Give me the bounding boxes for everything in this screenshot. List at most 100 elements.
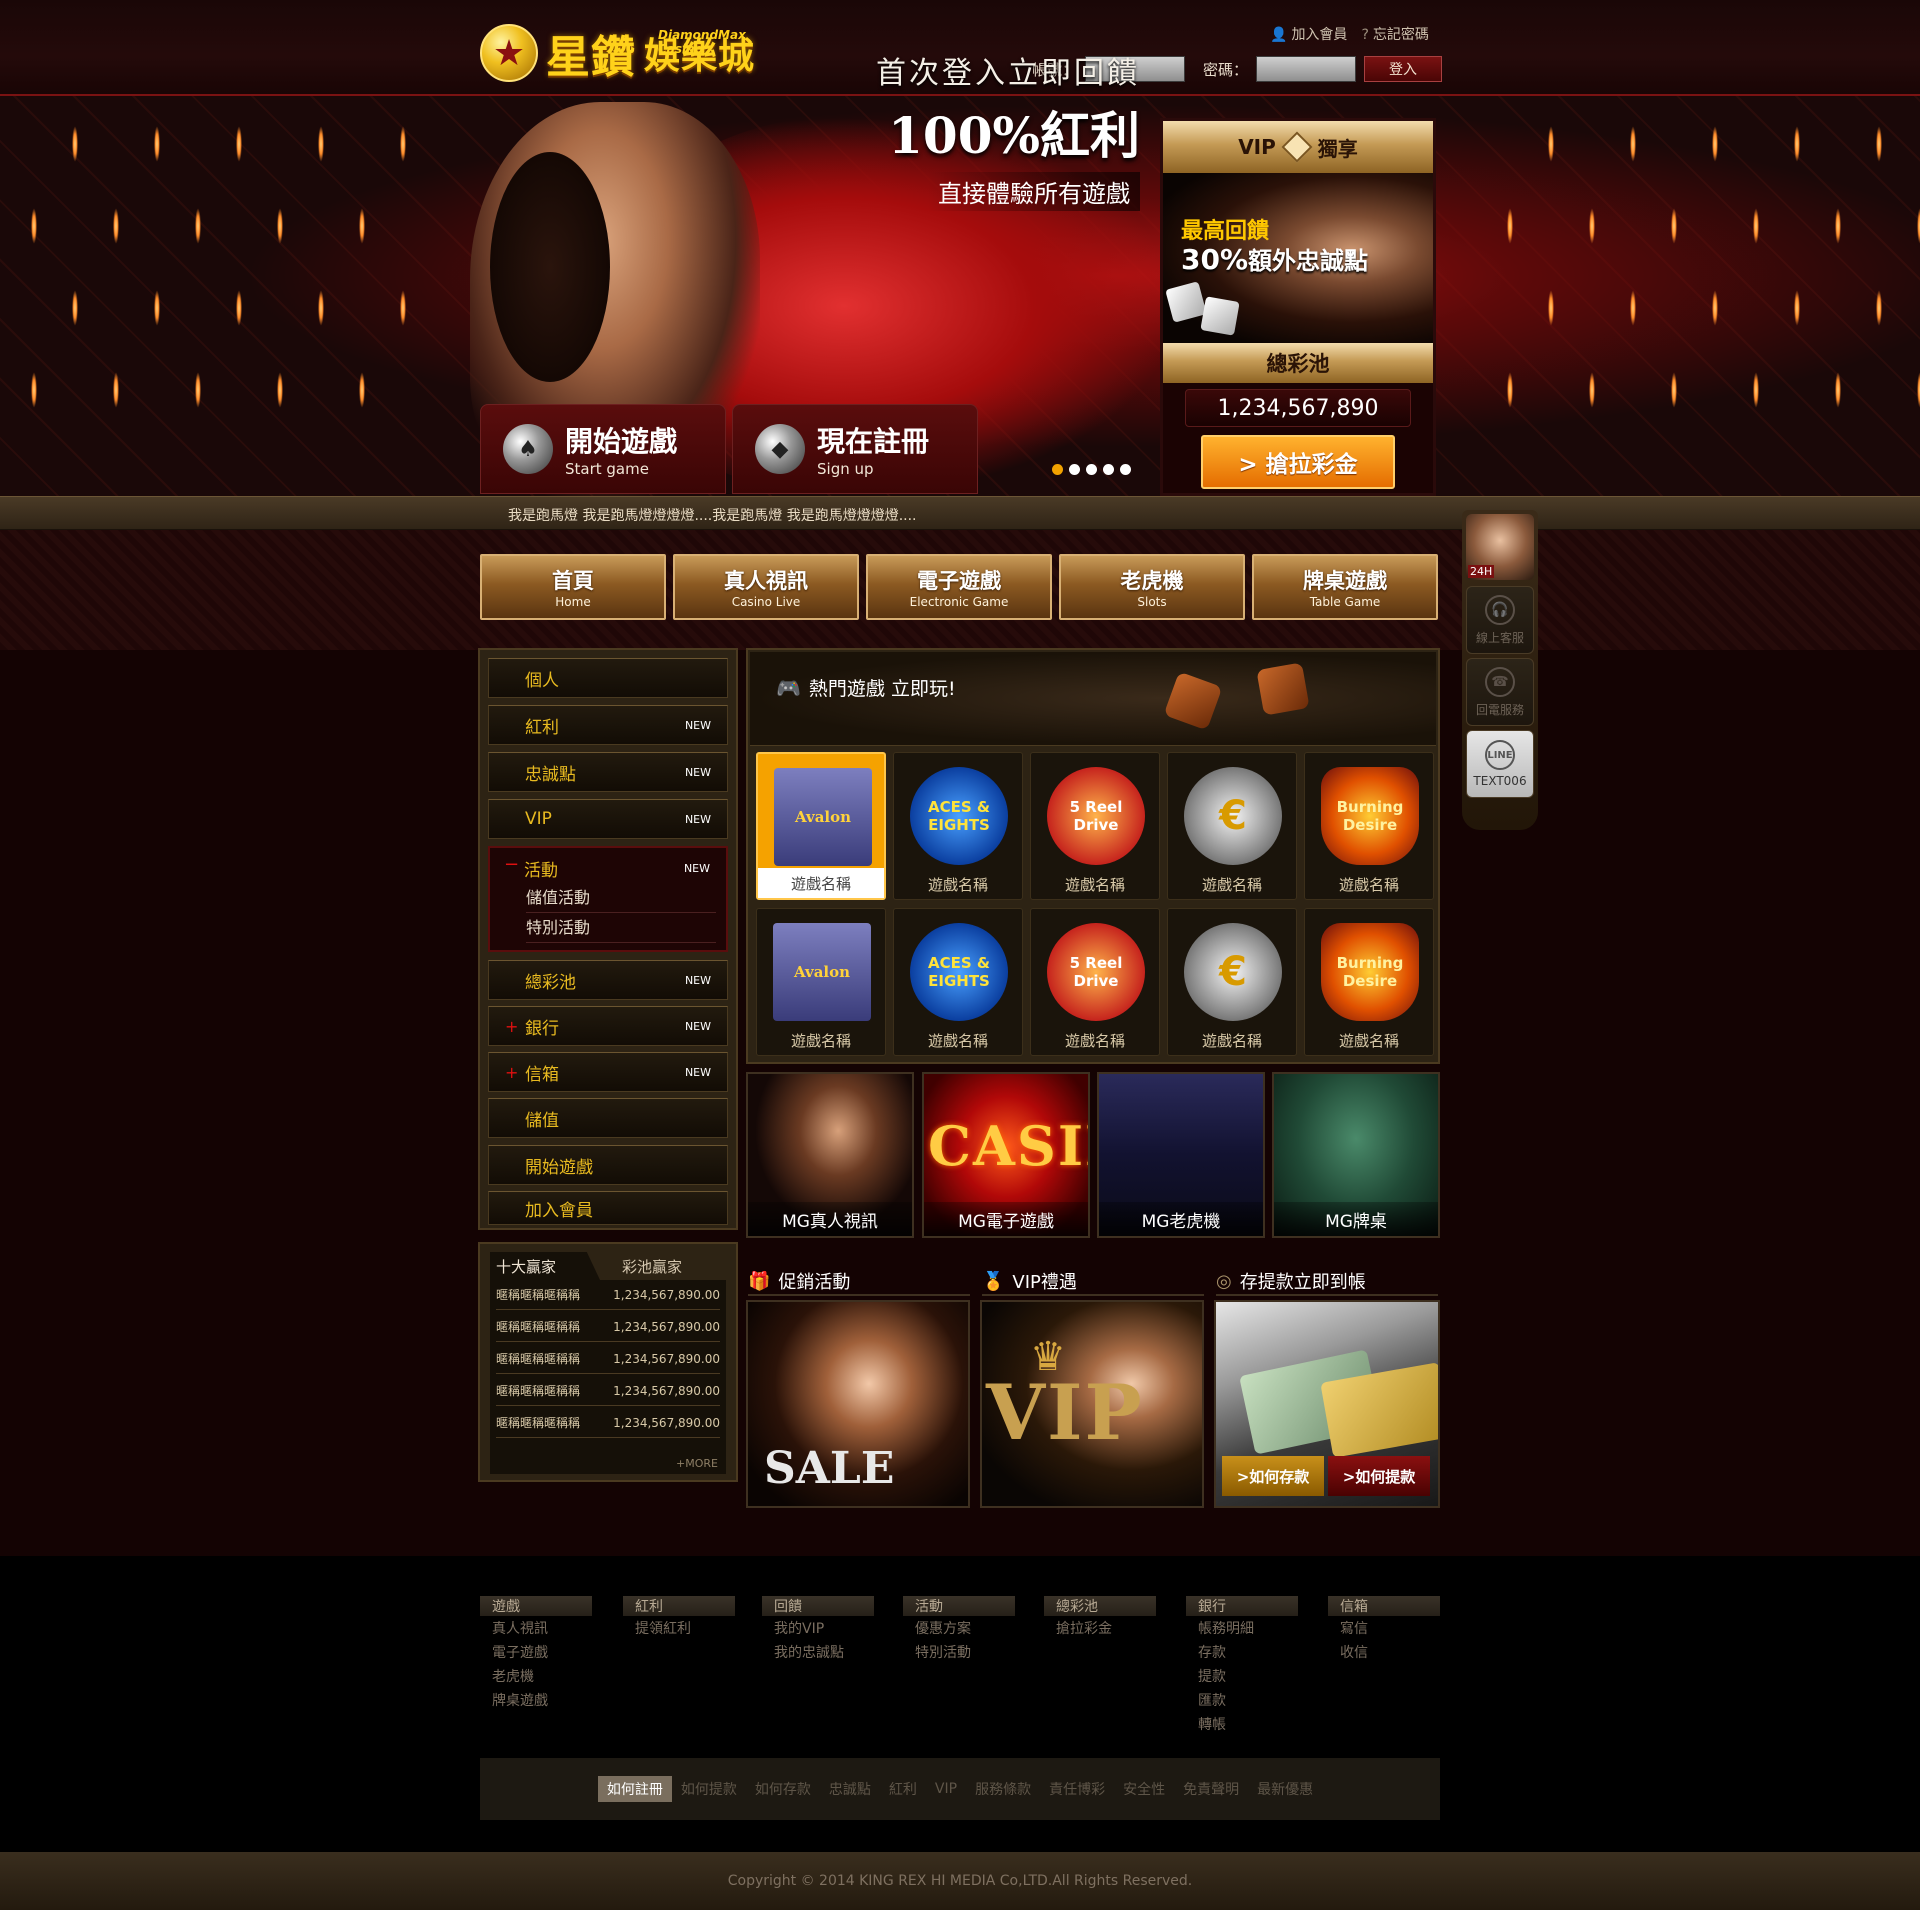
promo-vip-header: 🏅 VIP禮遇 — [982, 1268, 1204, 1296]
vip-image[interactable]: 最高回饋 30%額外忠誠點 — [1163, 173, 1433, 343]
game-tile[interactable]: Burning Desire 遊戲名稱 — [1304, 752, 1434, 900]
footer-link[interactable]: 收信 — [1328, 1640, 1440, 1664]
sidebar-item-mailbox[interactable]: + 信箱 NEW — [488, 1052, 728, 1092]
site-logo[interactable]: ★ 星鑽 娛樂城 DiamondMax Casino — [480, 20, 770, 86]
footer-link[interactable]: 老虎機 — [480, 1664, 592, 1688]
sidebar-item-start-game[interactable]: 開始遊戲 — [488, 1145, 728, 1185]
promo-sale-image[interactable]: SALE — [746, 1300, 970, 1508]
footer-link[interactable]: 我的VIP — [762, 1616, 874, 1640]
nav-table-game[interactable]: 牌桌遊戲 Table Game — [1252, 554, 1438, 620]
support-agent-avatar[interactable]: 24H — [1466, 514, 1534, 580]
slider-dot[interactable] — [1052, 464, 1063, 475]
footer-bottom-link[interactable]: 安全性 — [1114, 1776, 1174, 1802]
jackpot-button[interactable]: > 搶拉彩金 — [1201, 435, 1395, 489]
nav-sublabel: Casino Live — [731, 595, 801, 609]
vip-text-art: VIP — [986, 1368, 1144, 1457]
footer-bottom-link[interactable]: 紅利 — [880, 1776, 926, 1802]
start-game-label: 開始遊戲 — [565, 425, 678, 458]
footer-link[interactable]: 匯款 — [1186, 1688, 1298, 1712]
nav-label: 電子遊戲 — [917, 569, 1001, 593]
vip-percent: 30% — [1181, 243, 1249, 276]
footer-link[interactable]: 特別活動 — [903, 1640, 1015, 1664]
sidebar-item-personal[interactable]: 個人 — [488, 658, 728, 698]
game-tile[interactable]: ACES & EIGHTS 遊戲名稱 — [893, 908, 1023, 1056]
login-button[interactable]: 登入 — [1364, 56, 1443, 82]
footer-link[interactable]: 搶拉彩金 — [1044, 1616, 1156, 1640]
online-service-button[interactable]: 🎧 線上客服 — [1466, 586, 1534, 654]
how-to-deposit-button[interactable]: >如何存款 — [1222, 1456, 1324, 1496]
game-tile[interactable]: Avalon 遊戲名稱 — [756, 908, 886, 1056]
password-input[interactable] — [1256, 56, 1357, 82]
footer-link[interactable]: 真人視訊 — [480, 1616, 592, 1640]
sidebar-item-join[interactable]: 加入會員 — [488, 1191, 728, 1225]
nav-casino-live[interactable]: 真人視訊 Casino Live — [673, 554, 859, 620]
winner-amount: 1,234,567,890.00 — [613, 1319, 720, 1334]
promo-line-2: 100%紅利 — [888, 106, 1140, 165]
game-tile[interactable]: € 遊戲名稱 — [1167, 752, 1297, 900]
nav-slots[interactable]: 老虎機 Slots — [1059, 554, 1245, 620]
footer-bottom-link[interactable]: 忠誠點 — [820, 1776, 880, 1802]
forgot-link[interactable]: ? 忘記密碼 — [1361, 24, 1428, 44]
sidebar-subitem-special-event[interactable]: 特別活動 — [526, 914, 716, 943]
nav-label: 牌桌遊戲 — [1303, 569, 1387, 593]
footer-link[interactable]: 優惠方案 — [903, 1616, 1015, 1640]
callback-button[interactable]: ☎ 回電服務 — [1466, 658, 1534, 726]
sidebar-item-vip[interactable]: VIP NEW — [488, 799, 728, 839]
footer-bottom-link[interactable]: VIP — [926, 1778, 966, 1800]
footer-link[interactable]: 提款 — [1186, 1664, 1298, 1688]
slider-dot[interactable] — [1103, 464, 1114, 475]
game-logo: 5 Reel Drive — [1047, 923, 1145, 1021]
sidebar-item-jackpot[interactable]: 總彩池 NEW — [488, 960, 728, 1000]
tab-top-winners[interactable]: 十大贏家 — [490, 1252, 600, 1280]
game-tile[interactable]: Avalon 遊戲名稱 — [756, 752, 886, 900]
slider-dot[interactable] — [1086, 464, 1097, 475]
game-tile[interactable]: 5 Reel Drive 遊戲名稱 — [1030, 908, 1160, 1056]
sidebar-item-loyalty[interactable]: 忠誠點 NEW — [488, 752, 728, 792]
footer-link[interactable]: 寫信 — [1328, 1616, 1440, 1640]
how-to-withdraw-button[interactable]: >如何提款 — [1328, 1456, 1430, 1496]
tab-jackpot-winners[interactable]: 彩池贏家 — [600, 1252, 726, 1280]
sidebar-item-activity[interactable]: − 活動 NEW 儲值活動 特別活動 — [488, 846, 728, 952]
sidebar-subitem-deposit-event[interactable]: 儲值活動 — [526, 884, 716, 913]
sale-text-art: SALE — [764, 1443, 895, 1494]
footer-col-head: 遊戲 — [480, 1596, 592, 1616]
sidebar-item-deposit[interactable]: 儲值 — [488, 1098, 728, 1138]
category-table[interactable]: MG牌桌 — [1272, 1072, 1440, 1238]
footer-bottom-link[interactable]: 最新優惠 — [1248, 1776, 1322, 1802]
footer-link[interactable]: 轉帳 — [1186, 1712, 1298, 1736]
footer-bottom-link[interactable]: 服務條款 — [966, 1776, 1040, 1802]
footer-bottom-link[interactable]: 如何提款 — [672, 1776, 746, 1802]
line-button[interactable]: LINE TEXT006 — [1466, 730, 1534, 798]
sidebar-item-bank[interactable]: + 銀行 NEW — [488, 1006, 728, 1046]
category-electronic[interactable]: CASINO MG電子遊戲 — [922, 1072, 1090, 1238]
footer-bottom-link[interactable]: 責任博彩 — [1040, 1776, 1114, 1802]
category-slots[interactable]: MG老虎機 — [1097, 1072, 1265, 1238]
footer-bottom-link[interactable]: 如何註冊 — [597, 1776, 672, 1802]
category-live-casino[interactable]: MG真人視訊 — [746, 1072, 914, 1238]
minus-icon: − — [504, 854, 520, 875]
footer-link[interactable]: 我的忠誠點 — [762, 1640, 874, 1664]
sidebar-item-bonus[interactable]: 紅利 NEW — [488, 705, 728, 745]
category-label: MG電子遊戲 — [924, 1202, 1088, 1236]
join-link[interactable]: 👤 加入會員 — [1270, 24, 1347, 44]
start-game-button[interactable]: ♠ 開始遊戲 Start game — [480, 404, 726, 494]
footer-bottom-link[interactable]: 免責聲明 — [1174, 1776, 1248, 1802]
nav-electronic-game[interactable]: 電子遊戲 Electronic Game — [866, 554, 1052, 620]
game-tile[interactable]: ACES & EIGHTS 遊戲名稱 — [893, 752, 1023, 900]
signup-button[interactable]: ◆ 現在註冊 Sign up — [732, 404, 978, 494]
nav-home[interactable]: 首頁 Home — [480, 554, 666, 620]
slider-dot[interactable] — [1120, 464, 1131, 475]
footer-link[interactable]: 存款 — [1186, 1640, 1298, 1664]
game-tile[interactable]: 5 Reel Drive 遊戲名稱 — [1030, 752, 1160, 900]
footer-bottom-link[interactable]: 如何存款 — [746, 1776, 820, 1802]
winner-amount: 1,234,567,890.00 — [613, 1383, 720, 1398]
footer-link[interactable]: 提領紅利 — [623, 1616, 735, 1640]
footer-link[interactable]: 牌桌遊戲 — [480, 1688, 592, 1712]
slider-dot[interactable] — [1069, 464, 1080, 475]
game-tile[interactable]: € 遊戲名稱 — [1167, 908, 1297, 1056]
promo-vip-image[interactable]: ♛ VIP — [980, 1300, 1204, 1508]
more-link[interactable]: +MORE — [676, 1457, 718, 1470]
footer-link[interactable]: 電子遊戲 — [480, 1640, 592, 1664]
game-tile[interactable]: Burning Desire 遊戲名稱 — [1304, 908, 1434, 1056]
footer-link[interactable]: 帳務明細 — [1186, 1616, 1298, 1640]
